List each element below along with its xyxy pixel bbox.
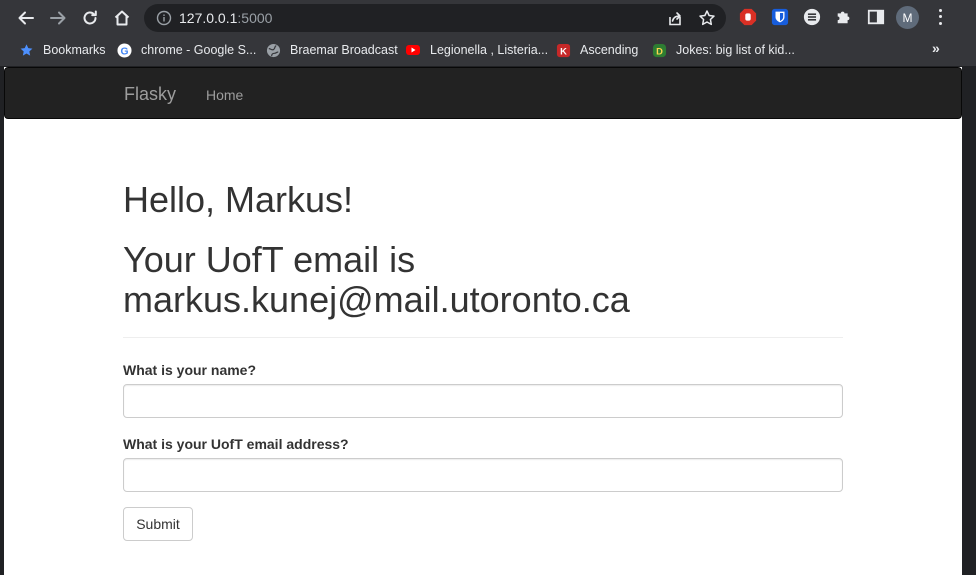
bookmark-label: Ascending bbox=[580, 43, 639, 57]
reload-button[interactable] bbox=[77, 5, 103, 31]
more-menu-icon[interactable] bbox=[934, 7, 946, 27]
arrow-right-icon bbox=[50, 11, 66, 25]
reload-icon bbox=[83, 10, 97, 25]
name-label: What is your name? bbox=[123, 362, 257, 378]
email-label: What is your UofT email address? bbox=[123, 436, 349, 452]
list-circle-icon bbox=[803, 8, 821, 26]
puzzle-icon bbox=[837, 11, 850, 24]
navbar-brand[interactable]: Flasky bbox=[124, 84, 176, 105]
email-heading-line1: Your UofT email is bbox=[123, 239, 416, 280]
email-input[interactable] bbox=[123, 458, 843, 492]
home-icon bbox=[114, 10, 130, 26]
bookmark-item[interactable]: Braemar Broadcast bbox=[265, 41, 398, 59]
forward-button[interactable] bbox=[45, 5, 71, 31]
bookmark-label: chrome - Google S... bbox=[141, 43, 257, 57]
bookmark-item[interactable]: K Ascending bbox=[555, 41, 638, 59]
share-icon[interactable] bbox=[666, 9, 684, 27]
email-heading-line2: markus.kunej@mail.utoronto.ca bbox=[123, 279, 630, 320]
extension-list[interactable] bbox=[802, 7, 822, 27]
extension-bitwarden[interactable] bbox=[770, 7, 790, 27]
url-text[interactable]: 127.0.0.1:5000 bbox=[179, 10, 272, 26]
back-button[interactable] bbox=[13, 5, 39, 31]
bookmark-item[interactable]: G chrome - Google S... bbox=[116, 41, 256, 59]
url-host: 127.0.0.1 bbox=[179, 10, 238, 26]
google-icon: G bbox=[116, 42, 132, 58]
arrow-left-icon bbox=[18, 11, 34, 25]
bookmark-item[interactable]: Bookmarks bbox=[18, 41, 106, 59]
email-heading: Your UofT email is markus.kunej@mail.utor… bbox=[123, 240, 843, 320]
d-icon: D bbox=[651, 42, 667, 58]
home-button[interactable] bbox=[109, 5, 135, 31]
bookmark-label: Bookmarks bbox=[43, 43, 106, 57]
nav-link-home[interactable]: Home bbox=[206, 87, 243, 103]
url-port: :5000 bbox=[237, 10, 273, 26]
info-icon[interactable] bbox=[156, 10, 172, 26]
star-icon bbox=[18, 42, 34, 58]
bookmarks-bar: Bookmarks G chrome - Google S... Braemar… bbox=[0, 35, 976, 66]
globe-icon bbox=[265, 42, 281, 58]
profile-avatar[interactable]: M bbox=[896, 6, 919, 29]
stop-hand-icon bbox=[739, 8, 757, 26]
youtube-icon bbox=[405, 42, 421, 58]
more-bookmarks-chevron-icon[interactable]: » bbox=[932, 40, 940, 56]
bookmark-label: Braemar Broadcast bbox=[290, 43, 398, 57]
web-page: Flasky Home Hello, Markus! Your UofT ema… bbox=[4, 67, 962, 575]
side-panel-icon bbox=[867, 9, 885, 25]
svg-text:G: G bbox=[120, 46, 128, 57]
bookmark-item[interactable]: Legionella , Listeria... bbox=[405, 41, 548, 59]
side-panel-button[interactable] bbox=[866, 7, 886, 27]
name-input[interactable] bbox=[123, 384, 843, 418]
window-edge bbox=[962, 67, 976, 575]
svg-text:K: K bbox=[560, 46, 567, 56]
divider bbox=[123, 337, 843, 338]
extensions-button[interactable] bbox=[834, 7, 854, 27]
address-bar[interactable]: 127.0.0.1:5000 bbox=[144, 4, 726, 32]
bookmark-star-icon[interactable] bbox=[698, 9, 716, 27]
svg-text:D: D bbox=[656, 46, 663, 56]
submit-button[interactable]: Submit bbox=[123, 507, 193, 541]
shield-icon bbox=[771, 8, 789, 26]
bookmark-item[interactable]: D Jokes: big list of kid... bbox=[651, 41, 795, 59]
greeting-heading: Hello, Markus! bbox=[123, 179, 354, 220]
site-navbar: Flasky Home bbox=[4, 67, 962, 119]
bookmark-label: Jokes: big list of kid... bbox=[676, 43, 795, 57]
extension-adblock[interactable] bbox=[738, 7, 758, 27]
k-icon: K bbox=[555, 42, 571, 58]
bookmark-label: Legionella , Listeria... bbox=[430, 43, 549, 57]
browser-toolbar: 127.0.0.1:5000 M bbox=[0, 0, 976, 35]
